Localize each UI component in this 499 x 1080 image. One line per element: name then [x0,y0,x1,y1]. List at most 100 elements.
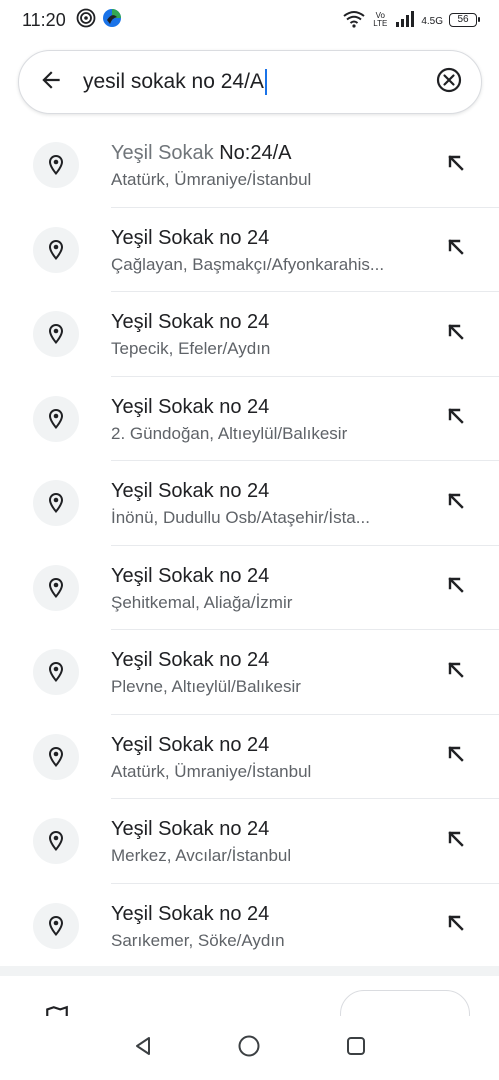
suggestion-title: Yeşil Sokak no 24 [111,478,421,504]
fill-query-button[interactable] [436,737,476,777]
back-button[interactable] [19,50,83,114]
network-type: 4.5G [421,15,443,27]
suggestion-row[interactable]: Yeşil Sokak no 24 Çağlayan, Başmakçı/Afyo… [0,208,499,292]
arrow-left-icon [38,67,64,98]
suggestion-title: Yeşil Sokak no 24 [111,309,421,335]
fill-query-button[interactable] [436,314,476,354]
arrow-up-left-icon [446,322,466,347]
fill-query-button[interactable] [436,568,476,608]
suggestion-title: Yeşil Sokak no 24 [111,563,421,589]
status-left-icons [76,8,122,33]
suggestion-title-main: Yeşil Sokak no 24 [111,733,270,756]
suggestion-subtitle: Şehitkemal, Aliağa/İzmir [111,592,293,612]
suggestion-title: Yeşil Sokak no 24 [111,732,421,758]
arrow-up-left-icon [446,744,466,769]
suggestion-text: Yeşil Sokak no 24 Sarıkemer, Söke/Aydın [111,901,421,953]
suggestion-text: Yeşil Sokak no 24 Çağlayan, Başmakçı/Afyo… [111,225,421,277]
suggestion-row[interactable]: Yeşil Sokak no 24 2. Gündoğan, Altıeylül/… [0,377,499,461]
suggestion-row[interactable]: Yeşil Sokak no 24 Atatürk, Ümraniye/İstan… [0,715,499,799]
suggestion-row[interactable]: Yeşil Sokak No:24/A Atatürk, Ümraniye/İst… [0,123,499,208]
suggestion-subtitle: Çağlayan, Başmakçı/Afyonkarahis... [111,254,385,274]
fill-query-button[interactable] [436,483,476,523]
suggestion-row[interactable]: Yeşil Sokak no 24 İnönü, Dudullu Osb/Ataş… [0,461,499,546]
suggestion-subtitle: İnönü, Dudullu Osb/Ataşehir/İsta... [111,508,370,527]
place-pin-icon [33,818,79,864]
fill-query-button[interactable] [436,821,476,861]
search-bar: yesil sokak no 24/A [18,50,482,114]
clear-circle-icon [435,66,463,99]
arrow-up-left-icon [446,575,466,600]
nav-recents-button[interactable] [336,1028,376,1068]
suggestion-title: Yeşil Sokak no 24 [111,647,421,673]
arrow-up-left-icon [446,491,466,516]
arrow-up-left-icon [446,913,466,938]
place-pin-icon [33,142,79,188]
wifi-icon [343,10,365,31]
suggestion-title: Yeşil Sokak no 24 [111,901,421,927]
status-bar: 11:20 Vo LTE 4.5G 56 [0,0,499,40]
suggestion-row[interactable]: Yeşil Sokak no 24 Tepecik, Efeler/Aydın [0,292,499,377]
triangle-back-icon [132,1035,154,1062]
suggestion-list: Yeşil Sokak No:24/A Atatürk, Ümraniye/İst… [0,123,499,968]
suggestion-subtitle: Atatürk, Ümraniye/İstanbul [111,170,312,189]
suggestion-text: Yeşil Sokak no 24 Atatürk, Ümraniye/İstan… [111,732,421,784]
hotspot-icon [76,8,96,33]
suggestion-text: Yeşil Sokak no 24 Şehitkemal, Aliağa/İzmi… [111,563,421,615]
suggestion-text: Yeşil Sokak no 24 2. Gündoğan, Altıeylül/… [111,394,421,446]
suggestion-title: Yeşil Sokak no 24 [111,394,421,420]
suggestion-row[interactable]: Yeşil Sokak no 24 Merkez, Avcılar/İstanbu… [0,799,499,884]
search-input-value: yesil sokak no 24/A [83,70,264,93]
fill-query-button[interactable] [436,906,476,946]
suggestion-title: Yeşil Sokak no 24 [111,225,421,251]
suggestion-text: Yeşil Sokak No:24/A Atatürk, Ümraniye/İst… [111,140,421,192]
place-pin-icon [33,564,79,611]
nav-home-button[interactable] [229,1028,269,1068]
suggestion-title-main: Yeşil Sokak no 24 [111,395,270,418]
suggestion-title-main: Yeşil Sokak no 24 [111,818,270,840]
suggestion-title-main: No:24/A [213,142,292,164]
suggestion-row[interactable]: Yeşil Sokak no 24 Şehitkemal, Aliağa/İzmi… [0,546,499,630]
suggestion-title: Yeşil Sokak no 24 [111,816,421,842]
place-pin-icon [33,395,79,442]
suggestion-text: Yeşil Sokak no 24 İnönü, Dudullu Osb/Ataş… [111,478,421,530]
suggestion-title-main: Yeşil Sokak no 24 [111,311,270,333]
screen: 11:20 Vo LTE 4.5G 56 yesil sokak no 24/A… [0,0,499,1080]
place-pin-icon [33,649,79,695]
suggestion-subtitle: Tepecik, Efeler/Aydın [111,339,271,358]
place-pin-icon [33,311,79,357]
section-divider [0,966,499,976]
volte-icon: Vo LTE [373,11,388,28]
suggestion-text: Yeşil Sokak no 24 Plevne, Altıeylül/Balık… [111,647,421,699]
arrow-up-left-icon [446,660,466,685]
fill-query-button[interactable] [436,652,476,692]
status-time: 11:20 [22,9,66,30]
suggestion-title-main: Yeşil Sokak no 24 [111,902,270,925]
battery-icon: 56 [449,13,480,27]
fill-query-button[interactable] [436,230,476,270]
suggestion-text: Yeşil Sokak no 24 Tepecik, Efeler/Aydın [111,309,421,361]
suggestion-title-main: Yeşil Sokak no 24 [111,564,270,587]
fill-query-button[interactable] [436,145,476,185]
place-pin-icon [33,226,79,273]
fill-query-button[interactable] [436,399,476,439]
suggestion-subtitle: Merkez, Avcılar/İstanbul [111,846,292,865]
suggestion-row[interactable]: Yeşil Sokak no 24 Sarıkemer, Söke/Aydın [0,884,499,968]
suggestion-subtitle: 2. Gündoğan, Altıeylül/Balıkesir [111,423,348,443]
arrow-up-left-icon [446,406,466,431]
partial-pill-button[interactable] [340,990,470,1016]
search-input[interactable]: yesil sokak no 24/A [83,62,417,102]
suggestion-subtitle: Sarıkemer, Söke/Aydın [111,930,285,950]
suggestion-title-main: Yeşil Sokak no 24 [111,226,270,249]
clear-button[interactable] [417,50,481,114]
place-pin-icon [33,902,79,949]
arrow-up-left-icon [446,829,466,854]
system-nav-bar [0,1016,499,1080]
suggestion-title-main: Yeşil Sokak no 24 [111,649,270,671]
suggestion-row[interactable]: Yeşil Sokak no 24 Plevne, Altıeylül/Balık… [0,630,499,715]
circle-home-icon [237,1034,261,1063]
suggestion-text: Yeşil Sokak no 24 Merkez, Avcılar/İstanbu… [111,816,421,868]
nav-back-button[interactable] [123,1028,163,1068]
status-right: Vo LTE 4.5G 56 [343,10,480,31]
arrow-up-left-icon [446,153,466,178]
suggestion-title-match: Yeşil Sokak [111,142,214,164]
